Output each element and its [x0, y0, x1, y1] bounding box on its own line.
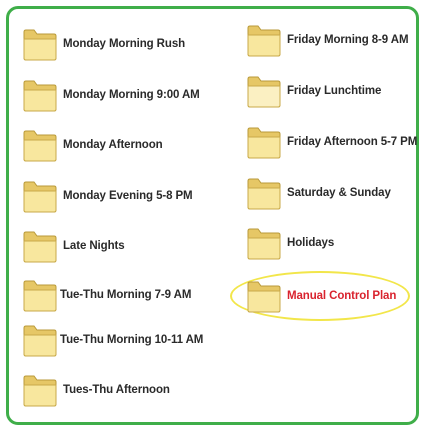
folder-icon [23, 375, 57, 407]
folder-label: Tues-Thu Afternoon [63, 384, 170, 396]
folder-label: Tue-Thu Morning 10-11 AM [60, 334, 204, 346]
folder-icon [23, 325, 57, 357]
folder-label: Late Nights [63, 240, 125, 252]
folder-icon [23, 231, 57, 263]
folder-item-monday-evening[interactable]: Monday Evening 5-8 PM [22, 178, 193, 214]
folder-icon [247, 228, 281, 260]
folder-panel [6, 6, 419, 425]
folder-icon [247, 76, 281, 108]
folder-label: Monday Afternoon [63, 139, 163, 151]
folder-icon [23, 181, 57, 213]
folder-item-friday-morning[interactable]: Friday Morning 8-9 AM [246, 22, 409, 58]
folder-item-monday-afternoon[interactable]: Monday Afternoon [22, 127, 163, 163]
folder-item-holidays[interactable]: Holidays [246, 225, 334, 261]
folder-icon [247, 25, 281, 57]
folder-item-monday-morning-rush[interactable]: Monday Morning Rush [22, 26, 185, 62]
folder-label: Monday Morning Rush [63, 38, 186, 50]
folder-label: Monday Morning 9:00 AM [63, 89, 200, 101]
folder-item-tue-thu-morning-7-9[interactable]: Tue-Thu Morning 7-9 AM [22, 277, 191, 313]
folder-icon [23, 29, 57, 61]
folder-label: Friday Afternoon 5-7 PM [287, 136, 418, 148]
folder-item-monday-morning-9am[interactable]: Monday Morning 9:00 AM [22, 77, 200, 113]
folder-icon [247, 281, 281, 313]
folder-icon [247, 178, 281, 210]
folder-icon [23, 130, 57, 162]
folder-item-late-nights[interactable]: Late Nights [22, 228, 125, 264]
folder-icon [23, 280, 57, 312]
folder-item-friday-lunchtime[interactable]: Friday Lunchtime [246, 73, 381, 109]
folder-label: Friday Morning 8-9 AM [287, 34, 409, 46]
folder-label: Monday Evening 5-8 PM [63, 190, 193, 202]
folder-icon [247, 127, 281, 159]
folder-label: Manual Control Plan [287, 290, 397, 302]
folder-item-friday-afternoon[interactable]: Friday Afternoon 5-7 PM [246, 124, 417, 160]
folder-label: Tue-Thu Morning 7-9 AM [60, 289, 192, 301]
folder-item-tue-thu-morning-10-11[interactable]: Tue-Thu Morning 10-11 AM [22, 322, 203, 358]
folder-label: Saturday & Sunday [287, 187, 391, 199]
folder-item-tues-thu-afternoon[interactable]: Tues-Thu Afternoon [22, 372, 170, 408]
folder-label: Friday Lunchtime [287, 85, 382, 97]
folder-item-saturday-sunday[interactable]: Saturday & Sunday [246, 175, 391, 211]
folder-item-manual-control-plan[interactable]: Manual Control Plan [246, 278, 396, 314]
folder-label: Holidays [287, 237, 335, 249]
folder-icon [23, 80, 57, 112]
